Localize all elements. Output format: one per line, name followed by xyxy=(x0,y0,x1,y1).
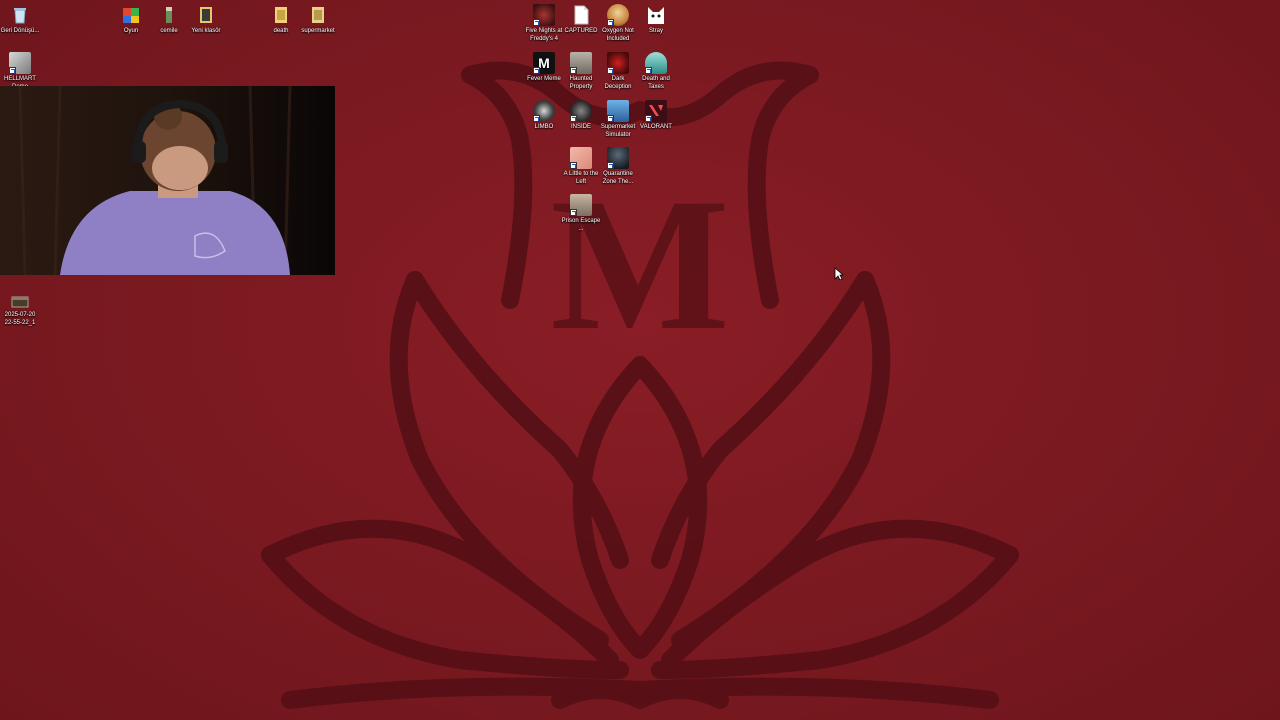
icon-label: death xyxy=(273,28,289,34)
icon-label: Quarantine Zone The... xyxy=(602,171,634,185)
hellmart-icon xyxy=(9,52,31,74)
icon-label: Haunted Property xyxy=(569,76,593,90)
shortcut-arrow-icon xyxy=(607,19,614,26)
icon-label: Stray xyxy=(648,28,663,34)
desktop-icon-oyun[interactable]: Oyun xyxy=(111,4,151,36)
haunted-property-icon xyxy=(570,52,592,74)
shortcut-arrow-icon xyxy=(9,67,16,74)
desktop[interactable]: M Geri Dönüşü... HELLMART Demo 2025-07-2… xyxy=(0,0,1280,720)
desktop-icon-death-and-taxes[interactable]: Death and Taxes xyxy=(636,52,676,91)
icon-label: Five Nights at Freddy's 4 xyxy=(525,28,563,42)
desktop-icon-yeni-klasor[interactable]: Yeni klasör xyxy=(186,4,226,36)
desktop-icon-cemile[interactable]: cemile xyxy=(149,4,189,36)
icon-label: Oxygen Not Included xyxy=(602,28,634,42)
desktop-icon-dark-deception[interactable]: Dark Deception xyxy=(598,52,638,91)
icon-label: supermarket xyxy=(301,28,335,34)
icon-label: 2025-07-20 22-55-22_1 xyxy=(4,312,36,326)
folder-icon xyxy=(195,4,217,26)
supermarket-simulator-icon xyxy=(607,100,629,122)
valorant-icon xyxy=(645,100,667,122)
shortcut-arrow-icon xyxy=(607,67,614,74)
icon-label: Prison Escape ... xyxy=(561,218,601,232)
oxygen-not-included-icon xyxy=(607,4,629,26)
fnaf4-icon xyxy=(533,4,555,26)
shortcut-arrow-icon xyxy=(533,115,540,122)
dark-deception-icon xyxy=(607,52,629,74)
icon-label: Geri Dönüşü... xyxy=(0,28,40,34)
icon-label: Fever Meme xyxy=(527,76,561,82)
inside-icon xyxy=(570,100,592,122)
desktop-icon-prison-escape[interactable]: Prison Escape ... xyxy=(561,194,601,233)
desktop-icon-quarantine-zone[interactable]: Quarantine Zone The... xyxy=(598,147,638,186)
recycle-bin-icon xyxy=(9,4,31,26)
icon-label: INSIDE xyxy=(570,124,591,130)
shortcut-arrow-icon xyxy=(570,67,577,74)
desktop-icon-recycle-bin[interactable]: Geri Dönüşü... xyxy=(0,4,40,36)
a-little-to-the-left-icon xyxy=(570,147,592,169)
desktop-icon-supermarket-simulator[interactable]: Supermarket Simulator xyxy=(598,100,638,139)
desktop-icon-haunted-property[interactable]: Haunted Property xyxy=(561,52,601,91)
webcam-overlay xyxy=(0,86,335,275)
desktop-icon-fnaf4[interactable]: Five Nights at Freddy's 4 xyxy=(524,4,564,43)
mouse-pointer-icon xyxy=(834,267,844,281)
icon-label: cemile xyxy=(160,28,178,34)
icon-label: A Little to the Left xyxy=(563,171,599,185)
desktop-icon-captured[interactable]: CAPTURED xyxy=(561,4,601,36)
icon-label: LIMBO xyxy=(534,124,554,130)
icon-label: Dark Deception xyxy=(604,76,632,90)
webcam-person xyxy=(0,86,335,275)
folder-icon xyxy=(270,4,292,26)
shortcut-arrow-icon xyxy=(570,209,577,216)
prison-escape-icon xyxy=(570,194,592,216)
desktop-icon-a-little-to-the-left[interactable]: A Little to the Left xyxy=(561,147,601,186)
desktop-icon-inside[interactable]: INSIDE xyxy=(561,100,601,132)
icon-label: Death and Taxes xyxy=(642,76,670,90)
video-file-icon xyxy=(9,294,31,310)
icon-label: Yeni klasör xyxy=(191,28,221,34)
file-icon xyxy=(158,4,180,26)
shortcut-arrow-icon xyxy=(645,67,652,74)
icon-label: CAPTURED xyxy=(564,28,598,34)
icon-label: Oyun xyxy=(123,28,139,34)
quarantine-zone-icon xyxy=(607,147,629,169)
desktop-icon-stray[interactable]: Stray xyxy=(636,4,676,36)
folder-icon xyxy=(307,4,329,26)
desktop-icon-supermarket[interactable]: supermarket xyxy=(298,4,338,36)
captured-icon xyxy=(570,4,592,26)
icon-label: Supermarket Simulator xyxy=(600,124,636,138)
shortcut-arrow-icon xyxy=(645,115,652,122)
shortcut-arrow-icon xyxy=(607,162,614,169)
desktop-icon-video-file[interactable]: 2025-07-20 22-55-22_1 xyxy=(0,294,40,327)
stray-icon xyxy=(645,4,667,26)
shortcut-arrow-icon xyxy=(570,115,577,122)
death-and-taxes-icon xyxy=(645,52,667,74)
icon-label: VALORANT xyxy=(640,124,672,130)
limbo-icon xyxy=(533,100,555,122)
folder-icon xyxy=(120,4,142,26)
desktop-icon-limbo[interactable]: LIMBO xyxy=(524,100,564,132)
desktop-icon-valorant[interactable]: VALORANT xyxy=(636,100,676,132)
desktop-icon-death[interactable]: death xyxy=(261,4,301,36)
shortcut-arrow-icon xyxy=(570,162,577,169)
desktop-icon-oxygen-not-included[interactable]: Oxygen Not Included xyxy=(598,4,638,43)
shortcut-arrow-icon xyxy=(607,115,614,122)
wallpaper-letter: M xyxy=(550,160,729,370)
shortcut-arrow-icon xyxy=(533,19,540,26)
desktop-icon-fever-meme[interactable]: M Fever Meme xyxy=(524,52,564,84)
fever-meme-icon: M xyxy=(533,52,555,74)
shortcut-arrow-icon xyxy=(533,67,540,74)
